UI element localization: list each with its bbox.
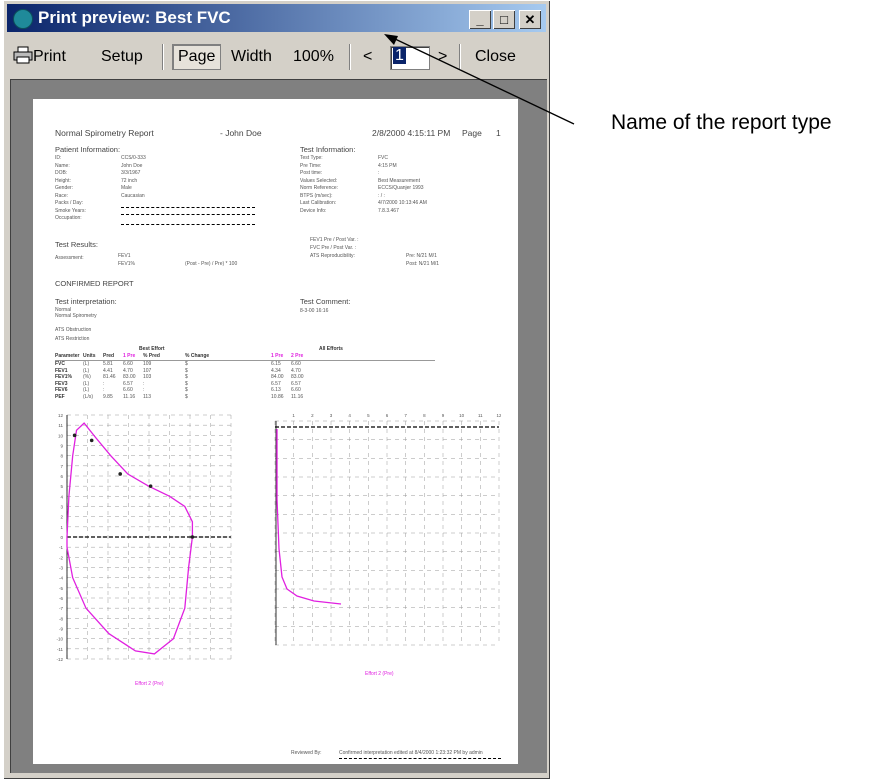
annotation-text: Name of the report type [611, 111, 832, 134]
